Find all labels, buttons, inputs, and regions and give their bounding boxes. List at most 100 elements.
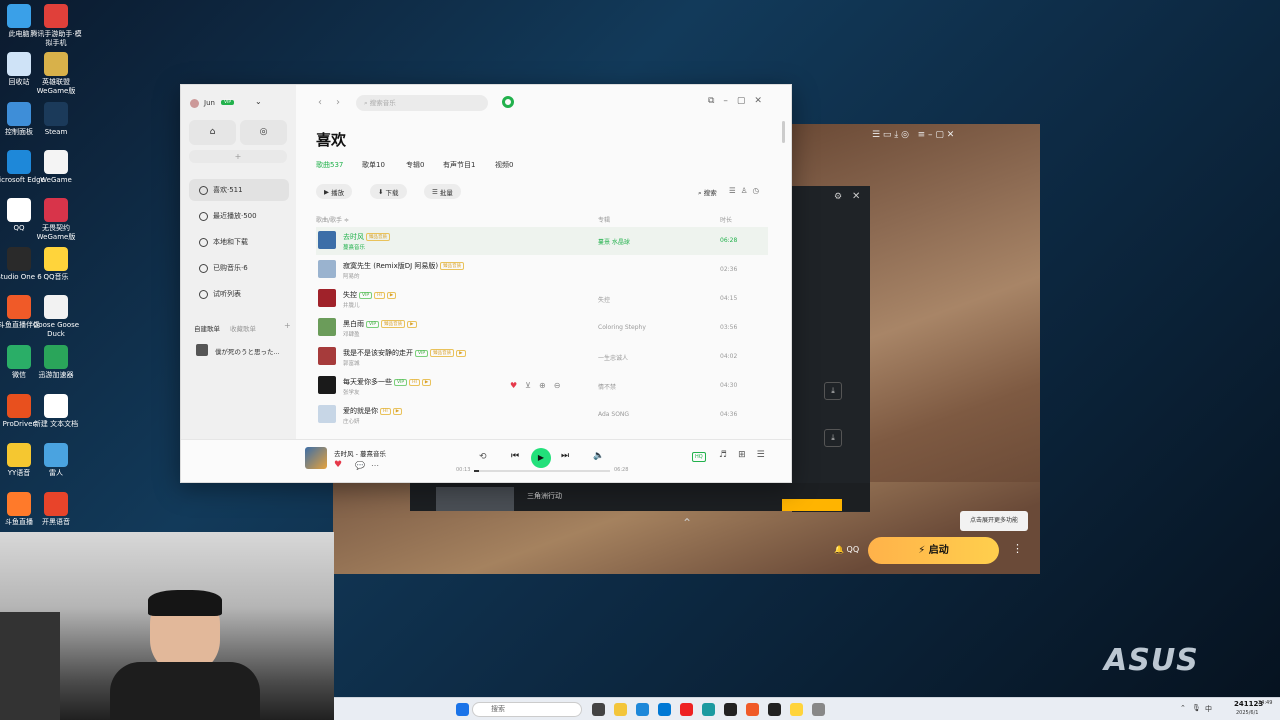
clock-date[interactable]: 2025/6/1 [1236,710,1258,716]
song-artist[interactable]: 蔓熹音乐 [343,243,365,251]
store-icon[interactable] [658,703,671,716]
song-artist[interactable]: 井胧儿 [343,301,360,309]
app-icon[interactable] [768,703,781,716]
game-thumbnail[interactable] [436,487,514,511]
desktop-icon[interactable]: 新建 文本文档 [30,394,82,429]
quality-badge[interactable]: HQ [692,452,706,462]
song-cover[interactable] [318,376,336,394]
player-extra-icons[interactable]: ♬⊞☰ [719,450,776,460]
file-explorer-icon[interactable] [614,703,627,716]
desktop-icon[interactable]: 迅游加速器 [30,345,82,380]
download-icon[interactable]: ⤓ [824,429,842,447]
user-name[interactable]: Jun [204,99,215,107]
next-icon[interactable]: ⏭ [561,451,569,461]
home-button[interactable]: ⌂ [189,120,236,145]
song-album[interactable]: 蔓熹 水晶球 [598,237,630,246]
desktop-icon[interactable]: Steam [30,102,82,137]
song-row[interactable]: 黑白雨 VIP 臻品音质 ▶ 邓肆盈 Coloring Stephy 03:56 [316,314,768,342]
song-title[interactable]: 去时风 臻品音质 [343,232,390,242]
forward-icon[interactable]: › [336,97,340,108]
desktop-icon[interactable]: 腾讯手游助手·模拟手机 [30,4,82,48]
song-title[interactable]: 每天爱你多一些 VIP HI ▶ [343,377,432,387]
desktop-icon[interactable]: Goose Goose Duck [30,295,82,339]
now-playing-cover[interactable] [305,447,327,469]
back-icon[interactable]: ‹ [318,97,322,108]
tab[interactable]: 专辑0 [406,160,424,170]
tab[interactable]: 视频0 [495,160,513,170]
add-playlist-icon[interactable]: + [284,321,291,330]
sidebar-item[interactable]: 已购音乐·6 [189,257,289,279]
wps-icon[interactable] [680,703,693,716]
tab[interactable]: 歌曲537 [316,160,343,170]
desktop-icon[interactable]: 英雄联盟WeGame版 [30,52,82,96]
start-icon[interactable] [456,703,469,716]
song-title[interactable]: 失控 VIP HI ▶ [343,290,397,300]
previous-icon[interactable]: ⏮ [511,451,519,461]
song-title[interactable]: 寂寞先生 (Remix版DJ 阿易版) 臻品音质 [343,261,465,271]
play-pause-button[interactable]: ▶ [531,448,551,468]
scrollbar[interactable] [782,121,785,143]
song-row[interactable]: 去时风 臻品音质 蔓熹音乐 蔓熹 水晶球 06:28 [316,227,768,255]
sidebar-item[interactable]: 试听列表 [189,283,289,305]
desktop-icon[interactable]: QQ音乐 [30,247,82,282]
edge-icon[interactable] [636,703,649,716]
tab[interactable]: 歌单10 [362,160,385,170]
heart-icon[interactable]: ♥ [510,381,525,390]
qq-music-icon[interactable] [790,703,803,716]
song-artist[interactable]: 郭富城 [343,359,360,367]
song-album[interactable]: 一生忠诚人 [598,353,628,362]
chevron-down-icon[interactable]: ⌄ [255,97,262,106]
app-icon[interactable] [724,703,737,716]
clock-time[interactable]: 24:49 [1258,700,1272,706]
song-row[interactable]: 失控 VIP HI ▶ 井胧儿 失控 04:15 [316,285,768,313]
like-icon[interactable]: ♥ [334,460,342,470]
search-input[interactable]: ⌕ 搜索音乐 [356,95,488,111]
ime-language[interactable]: 中 [1205,704,1212,714]
tab[interactable]: 有声节目1 [443,160,475,170]
now-playing-title[interactable]: 去时风 - 蔓熹音乐 [334,448,386,458]
more-options-icon[interactable]: ⋮ [1012,542,1023,555]
view-options-icons[interactable]: ☰♙◷ [729,186,764,195]
listen-recognize-icon[interactable] [502,96,514,108]
song-album[interactable]: 情不禁 [598,382,616,391]
song-artist[interactable]: 张学友 [343,388,360,396]
song-album[interactable]: Coloring Stephy [598,324,646,331]
sidebar-item[interactable]: 本地和下载 [189,231,289,253]
song-row[interactable]: 我是不是该安静的走开 VIP 臻品音质 ▶ 郭富城 一生忠诚人 04:02 [316,343,768,371]
desktop-icon[interactable]: WeGame [30,150,82,185]
song-cover[interactable] [318,231,336,249]
desktop-icon[interactable]: 无畏契约WeGame版 [30,198,82,242]
avatar[interactable] [190,99,199,108]
game-action-button[interactable] [782,499,842,511]
song-artist[interactable]: 邓肆盈 [343,330,360,338]
sidebar-item[interactable]: 最近播放·500 [189,205,289,227]
sidebar-item[interactable]: 喜欢·511 [189,179,289,201]
close-icon[interactable]: ✕ [852,191,860,202]
add-button[interactable]: + [189,150,287,163]
desktop-icon[interactable]: 雷人 [30,443,82,478]
task-view-icon[interactable] [592,703,605,716]
song-row[interactable]: 爱的就是你 HI ▶ 庄心妍 Ada SONG 04:36 [316,401,768,429]
douyu-icon[interactable] [746,703,759,716]
song-cover[interactable] [318,347,336,365]
qq-label[interactable]: 🔔 QQ [834,545,859,554]
song-album[interactable]: Ada SONG [598,411,629,418]
song-artist[interactable]: 庄心妍 [343,417,360,425]
song-artist[interactable]: 阿易的 [343,272,360,280]
song-album[interactable]: 失控 [598,295,610,304]
play-all-button[interactable]: ▶ 播放 [316,184,353,199]
song-cover[interactable] [318,318,336,336]
song-title[interactable]: 爱的就是你 HI ▶ [343,406,403,416]
start-button[interactable]: ⚡ 启动 [868,537,999,564]
taskbar-search[interactable]: 搜索 [472,702,582,717]
download-icon[interactable]: ⤓ [824,382,842,400]
song-title[interactable]: 我是不是该安静的走开 VIP 臻品音质 ▶ [343,348,466,358]
tab-created-playlists[interactable]: 自建歌单 [194,323,220,333]
song-title[interactable]: 黑白雨 VIP 臻品音质 ▶ [343,319,417,329]
desktop-icon[interactable]: 开黑语音 [30,492,82,527]
column-song[interactable]: 歌曲/歌手 ≑ [316,215,349,224]
progress-bar[interactable] [474,470,610,472]
song-cover[interactable] [318,289,336,307]
loop-icon[interactable]: ⟲ [479,452,487,462]
volume-icon[interactable]: 🔈 [593,451,604,461]
